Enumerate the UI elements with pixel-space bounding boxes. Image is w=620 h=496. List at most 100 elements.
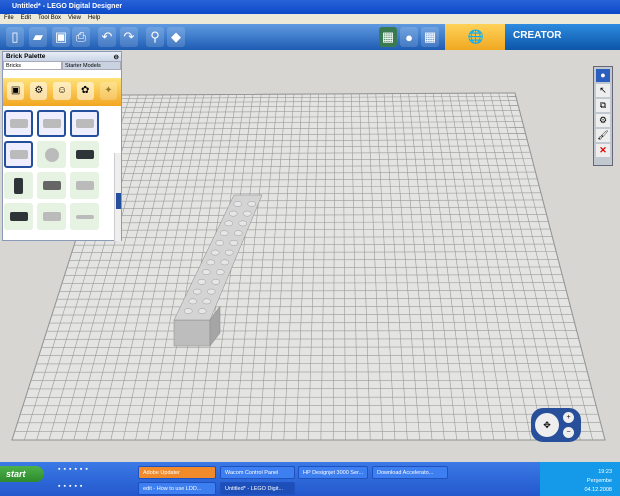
task-download-accelerator[interactable]: Download Accelerato... bbox=[372, 466, 448, 479]
undo-icon[interactable]: ↶ bbox=[98, 27, 116, 47]
brick-stud bbox=[234, 230, 243, 236]
redo-icon[interactable]: ↷ bbox=[120, 27, 138, 47]
category-figures-icon[interactable]: ☺ bbox=[53, 82, 71, 100]
brick-item[interactable] bbox=[37, 141, 66, 168]
brick-item[interactable] bbox=[70, 110, 99, 137]
hinge-tool-icon[interactable]: ⚙ bbox=[596, 114, 610, 127]
category-technic-icon[interactable]: ⚙ bbox=[30, 82, 48, 100]
start-button[interactable]: start bbox=[0, 466, 44, 482]
build-mode-icon[interactable]: ▦ bbox=[379, 27, 397, 47]
brick-stud bbox=[247, 201, 256, 207]
brick-grid bbox=[4, 110, 99, 230]
brick-item[interactable] bbox=[37, 110, 66, 137]
tab-starter-models[interactable]: Starter Models bbox=[62, 61, 121, 70]
palette-header: Brick Palette ⊖ bbox=[3, 52, 121, 61]
paint-tool-icon[interactable]: 🖌 bbox=[596, 129, 610, 142]
taskbar: start ▪▪▪▪▪▪ ▪▪▪▪▪ Adobe Updater Wacom C… bbox=[0, 462, 620, 496]
brick-item[interactable] bbox=[70, 172, 99, 199]
rotate-control-icon[interactable]: ✥ bbox=[535, 413, 559, 437]
brick-stud bbox=[198, 308, 207, 314]
brick-stud bbox=[220, 230, 229, 236]
brick-stud bbox=[206, 259, 215, 266]
clock-date: 04.12.2008 bbox=[584, 487, 612, 493]
task-wacom[interactable]: Wacom Control Panel bbox=[220, 466, 295, 479]
online-gallery-icon[interactable]: 🌐 bbox=[467, 27, 485, 47]
print-icon[interactable]: ⎙ bbox=[72, 27, 90, 47]
building-guide-icon[interactable]: ▦ bbox=[421, 27, 439, 47]
tool-palette-icon[interactable]: ● bbox=[596, 69, 610, 82]
brick-stud bbox=[243, 210, 252, 217]
brick-front-face[interactable] bbox=[173, 319, 211, 347]
category-other-icon[interactable]: ✦ bbox=[99, 82, 118, 100]
zoom-out-icon[interactable]: − bbox=[563, 427, 574, 438]
brick-stud bbox=[188, 298, 197, 305]
brick-stud bbox=[215, 240, 224, 246]
title-bar: Untitled* - LEGO Digital Designer bbox=[0, 0, 620, 14]
category-bar: ▣ ⚙ ☺ ✿ ✦ bbox=[3, 78, 121, 106]
menu-edit[interactable]: Edit bbox=[21, 15, 31, 23]
clone-tool-icon[interactable]: ⧉ bbox=[596, 99, 610, 112]
clock-day: Perşembe bbox=[586, 478, 612, 484]
camera-icon[interactable]: ⚲ bbox=[146, 27, 164, 47]
brick-stud bbox=[211, 249, 220, 256]
brick-item[interactable] bbox=[4, 141, 33, 168]
brick-item[interactable] bbox=[37, 203, 66, 230]
brick-stud bbox=[197, 279, 206, 285]
task-firefox[interactable]: edit - How to use LDD... bbox=[138, 482, 216, 495]
system-tray: 19:23 Perşembe 04.12.2008 bbox=[540, 462, 620, 496]
tool-strip: ● ↖ ⧉ ⚙ 🖌 ✕ bbox=[593, 66, 613, 166]
brand-label: CREATOR bbox=[513, 30, 562, 41]
brick-stud bbox=[216, 269, 225, 275]
clock-time: 19:23 bbox=[598, 469, 612, 475]
collapse-icon[interactable]: ⊖ bbox=[114, 53, 119, 61]
brick-item[interactable] bbox=[4, 172, 33, 199]
brick-stud bbox=[229, 210, 238, 217]
menu-help[interactable]: Help bbox=[88, 15, 100, 23]
brick-item[interactable] bbox=[70, 203, 99, 230]
delete-tool-icon[interactable]: ✕ bbox=[596, 144, 610, 157]
zoom-in-icon[interactable]: + bbox=[563, 412, 574, 423]
brick-stud bbox=[238, 220, 247, 227]
quick-launch-icons[interactable]: ▪▪▪▪▪▪ bbox=[58, 466, 91, 473]
brick-stud bbox=[202, 298, 211, 305]
tab-bricks[interactable]: Bricks bbox=[3, 61, 62, 70]
brick-stud bbox=[202, 269, 211, 275]
save-icon[interactable]: ▣ bbox=[52, 27, 70, 47]
scroll-thumb[interactable] bbox=[116, 193, 121, 209]
quick-launch-icons[interactable]: ▪▪▪▪▪ bbox=[58, 483, 85, 490]
select-tool-icon[interactable]: ↖ bbox=[596, 84, 610, 97]
start-label: start bbox=[6, 469, 26, 479]
brick-stud bbox=[184, 308, 193, 314]
menu-toolbox[interactable]: Tool Box bbox=[38, 15, 61, 23]
palette-title: Brick Palette bbox=[6, 53, 46, 60]
brick-stud bbox=[233, 201, 242, 207]
brick-stud bbox=[224, 220, 233, 227]
brick-stud bbox=[225, 249, 234, 256]
brick-stud bbox=[193, 288, 202, 295]
open-folder-icon[interactable]: ▰ bbox=[29, 27, 47, 47]
brick-stud bbox=[229, 240, 238, 246]
task-hp-designjet[interactable]: HP Designjet 3000 Ser... bbox=[298, 466, 368, 479]
task-adobe-updater[interactable]: Adobe Updater bbox=[138, 466, 216, 479]
category-decorations-icon[interactable]: ✿ bbox=[76, 82, 94, 100]
brick-item[interactable] bbox=[4, 203, 33, 230]
menu-view[interactable]: View bbox=[68, 15, 81, 23]
menu-bar: File Edit Tool Box View Help bbox=[0, 14, 620, 24]
category-bricks-icon[interactable]: ▣ bbox=[7, 82, 25, 100]
view-mode-button[interactable]: ● bbox=[400, 27, 418, 47]
menu-file[interactable]: File bbox=[4, 15, 14, 23]
brick-stud bbox=[207, 288, 216, 295]
brick-stud bbox=[211, 279, 220, 285]
camera-navigator[interactable]: ✥ + − bbox=[531, 408, 581, 442]
palette-scrollbar[interactable] bbox=[114, 153, 121, 241]
brick-item[interactable] bbox=[37, 172, 66, 199]
brick-item[interactable] bbox=[70, 141, 99, 168]
brick-stud bbox=[220, 259, 229, 266]
view-mode-icon[interactable]: ◆ bbox=[167, 27, 185, 47]
creator-theme-banner[interactable]: CREATOR bbox=[505, 24, 620, 50]
brick-item[interactable] bbox=[4, 110, 33, 137]
new-file-icon[interactable]: ▯ bbox=[6, 27, 24, 47]
task-lego-digital-designer[interactable]: Untitled* - LEGO Digit... bbox=[220, 482, 295, 495]
window-title: Untitled* - LEGO Digital Designer bbox=[12, 3, 123, 10]
online-panel: 🌐 bbox=[445, 24, 505, 50]
